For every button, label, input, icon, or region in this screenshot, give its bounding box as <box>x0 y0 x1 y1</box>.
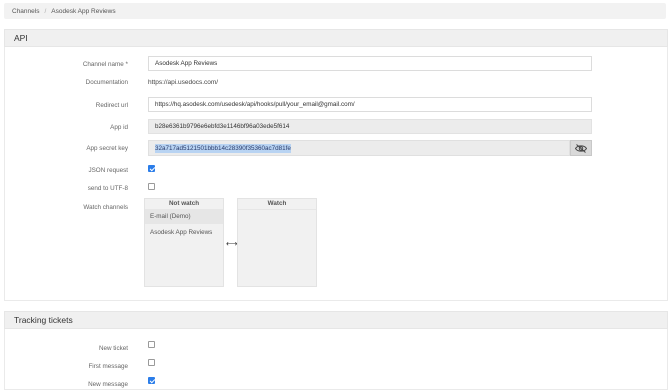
new-ticket-row: New ticket <box>4 338 668 354</box>
eye-slash-icon <box>575 143 587 153</box>
tracking-section-header: Tracking tickets <box>4 311 668 329</box>
send-to-utf8-label: send to UTF-8 <box>87 184 128 192</box>
api-section-title: API <box>14 33 28 43</box>
documentation-row: Documentation https://api.usedocs.com/ <box>4 74 668 90</box>
channel-name-label: Channel name * <box>82 60 128 68</box>
not-watch-list[interactable]: Not watch E-mail (Demo) Asodesk App Revi… <box>144 198 224 287</box>
watch-channels-label: Watch channels <box>83 203 128 211</box>
redirect-url-input[interactable]: https://hq.asodesk.com/usedesk/api/hooks… <box>148 97 592 112</box>
not-watch-title: Not watch <box>145 199 223 210</box>
json-request-row: JSON request <box>4 162 668 178</box>
new-ticket-checkbox[interactable] <box>148 341 155 348</box>
not-watch-item[interactable]: E-mail (Demo) <box>145 210 223 224</box>
api-section-header: API <box>4 29 668 47</box>
first-message-row: First message <box>4 356 668 372</box>
json-request-label: JSON request <box>88 166 128 174</box>
tracking-section-title: Tracking tickets <box>14 315 73 325</box>
new-ticket-label: New ticket <box>98 344 128 352</box>
watch-list[interactable]: Watch <box>237 198 317 287</box>
json-request-checkbox[interactable] <box>148 165 155 172</box>
redirect-url-row: Redirect url https://hq.asodesk.com/used… <box>4 97 668 113</box>
breadcrumb-separator: / <box>44 7 47 15</box>
breadcrumb-current: Asodesk App Reviews <box>51 7 116 15</box>
channel-name-row: Channel name * Asodesk App Reviews <box>4 56 668 72</box>
toggle-secret-visibility-button[interactable] <box>570 140 592 156</box>
first-message-checkbox[interactable] <box>148 359 155 366</box>
app-id-label: App id <box>110 123 128 131</box>
app-secret-key-group: 32a717ad5121501bbb14c28390f35360ac7d81fe <box>148 140 592 156</box>
breadcrumb-channels-link[interactable]: Channels <box>12 8 39 15</box>
send-to-utf8-row: send to UTF-8 <box>4 180 668 196</box>
documentation-label: Documentation <box>85 78 128 86</box>
left-right-arrow-icon[interactable]: ⟷ <box>226 239 237 249</box>
app-id-row: App id b28e6361b9796e6ebfd3e1146bf96a03e… <box>4 119 668 135</box>
app-secret-key-row: App secret key 32a717ad5121501bbb14c2839… <box>4 140 668 156</box>
new-message-checkbox[interactable] <box>148 377 155 384</box>
documentation-link[interactable]: https://api.usedocs.com/ <box>148 74 218 90</box>
redirect-url-label: Redirect url <box>95 101 128 109</box>
first-message-label: First message <box>88 362 128 370</box>
watch-channels-row: Watch channels <box>4 199 668 215</box>
watch-title: Watch <box>238 199 316 210</box>
app-secret-key-label: App secret key <box>86 144 128 152</box>
new-message-row: New message <box>4 374 668 390</box>
app-secret-key-input[interactable]: 32a717ad5121501bbb14c28390f35360ac7d81fe <box>148 140 570 156</box>
not-watch-item[interactable]: Asodesk App Reviews <box>145 226 223 240</box>
app-id-input[interactable]: b28e6361b9796e6ebfd3e1146bf96a03ede5f614 <box>148 119 592 134</box>
channel-name-input[interactable]: Asodesk App Reviews <box>148 56 592 71</box>
app-secret-key-selected-text: 32a717ad5121501bbb14c28390f35360ac7d81fe <box>155 143 291 153</box>
send-to-utf8-checkbox[interactable] <box>148 183 155 190</box>
breadcrumb: Channels / Asodesk App Reviews <box>4 3 666 19</box>
